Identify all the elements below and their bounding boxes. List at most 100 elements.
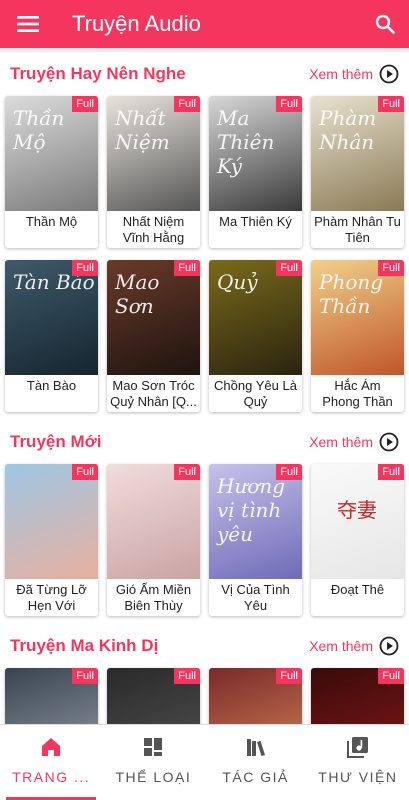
section-hay-nen-nghe: Truyện Hay Nên Nghe Xem thêm Thần Mộ Full Th…	[0, 52, 409, 420]
full-badge: Full	[174, 260, 200, 276]
book-card[interactable]: Quỷ Full Chồng Yêu Là Quỷ	[209, 260, 302, 412]
book-title: Vị Của Tình Yêu	[221, 582, 290, 613]
book-grid: Full Full Full Full	[0, 668, 409, 724]
full-badge: Full	[72, 668, 98, 684]
book-cover-image: Full	[209, 668, 302, 724]
cover-title-art: Mao Sơn	[115, 270, 160, 318]
book-card[interactable]: Full	[5, 668, 98, 724]
book-card[interactable]: Hương vị tình yêu Full Vị Của Tình Yêu	[209, 464, 302, 616]
cover-title-art: Phàm Nhân	[319, 106, 377, 154]
nav-tab-1[interactable]: THỂ LOẠI	[102, 725, 204, 800]
book-grid: Full Đã Từng Lỡ Hẹn Với Than... Full Gió Ấm…	[0, 464, 409, 624]
search-icon	[375, 14, 395, 34]
book-cover-image: Phàm Nhân Full	[311, 96, 404, 211]
grid-icon	[144, 738, 163, 756]
book-title: Hắc Ám Phong Thần Ký	[322, 378, 393, 412]
book-cover-image: Ma Thiên Ký Full	[209, 96, 302, 211]
book-title: Gió Ấm Miền Biên Thùy	[115, 582, 192, 613]
play-circle-icon	[379, 636, 399, 656]
book-card[interactable]: Phong ThầnFullHắc Ám Phong Thần Ký	[311, 260, 404, 412]
book-title: Phàm Nhân Tu Tiên	[314, 214, 401, 245]
book-title: Nhất Niệm Vĩnh Hằng	[122, 214, 185, 245]
full-badge: Full	[378, 96, 404, 112]
book-title: Mao Sơn Tróc Quỷ Nhân [Q...	[110, 378, 197, 409]
section-truyen-moi: Truyện Mới Xem thêm Full Đã Từng Lỡ Hẹn Với…	[0, 420, 409, 624]
book-title: Tàn Bào	[26, 378, 77, 393]
book-title: Đoạt Thê	[330, 582, 385, 597]
cover-title-art: Phong Thần	[319, 270, 384, 318]
section-header: Truyện Mới Xem thêm	[0, 420, 409, 464]
book-card[interactable]: Full	[209, 668, 302, 724]
book-title: Đã Từng Lỡ Hẹn Với Than...	[16, 582, 87, 616]
book-cover-image: Hương vị tình yêu Full	[209, 464, 302, 579]
play-circle-icon	[379, 64, 399, 84]
book-cover-image: Full	[5, 668, 98, 724]
books-icon	[246, 739, 265, 756]
book-card[interactable]: Nhất Niệm Full Nhất Niệm Vĩnh Hằng	[107, 96, 200, 248]
cover-title-art: Thần Mộ	[13, 106, 65, 154]
see-more-link[interactable]: Xem thêm	[309, 432, 399, 452]
book-card[interactable]: Thần Mộ Full Thần Mộ	[5, 96, 98, 248]
book-cover-image: Full	[311, 668, 404, 724]
book-cover-image: Full	[107, 668, 200, 724]
nav-tab-label: THƯ VIỆN	[318, 769, 398, 785]
cover-title-art: Hương vị tình yêu	[217, 474, 286, 546]
book-title: Ma Thiên Ký	[219, 214, 292, 229]
nav-tab-label: TRANG ...	[12, 769, 91, 785]
nav-tab-2[interactable]: TÁC GIẢ	[205, 725, 307, 800]
section-header: Truyện Hay Nên Nghe Xem thêm	[0, 52, 409, 96]
book-card[interactable]: Ma Thiên Ký Full Ma Thiên Ký	[209, 96, 302, 248]
book-cover-image: Quỷ Full	[209, 260, 302, 375]
book-card[interactable]: Full	[311, 668, 404, 724]
full-badge: Full	[72, 260, 98, 276]
nav-tab-label: THỂ LOẠI	[115, 769, 192, 785]
app-bar: Truyện Audio	[0, 0, 409, 48]
book-card[interactable]: Mao Sơn Full Mao Sơn Tróc Quỷ Nhân [Q...	[107, 260, 200, 412]
book-cover-image: Full	[107, 464, 200, 579]
full-badge: Full	[174, 668, 200, 684]
full-badge: Full	[72, 464, 98, 480]
book-card[interactable]: Full Đã Từng Lỡ Hẹn Với Than...	[5, 464, 98, 616]
search-button[interactable]	[361, 0, 409, 48]
book-title: Chồng Yêu Là Quỷ	[214, 378, 297, 409]
section-title: Truyện Hay Nên Nghe	[10, 64, 186, 83]
cover-title-art: Quỷ	[217, 270, 258, 294]
nav-tab-label: TÁC GIẢ	[222, 769, 289, 785]
full-badge: Full	[276, 260, 302, 276]
home-content[interactable]: Truyện Hay Nên Nghe Xem thêm Thần Mộ Full Th…	[0, 48, 409, 724]
see-more-label: Xem thêm	[309, 434, 373, 450]
cover-title-art: Ma Thiên Ký	[217, 106, 275, 178]
library-icon	[346, 737, 368, 758]
book-card[interactable]: Full Gió Ấm Miền Biên Thùy	[107, 464, 200, 616]
see-more-label: Xem thêm	[309, 638, 373, 654]
full-badge: Full	[174, 96, 200, 112]
play-circle-icon	[379, 432, 399, 452]
full-badge: Full	[174, 464, 200, 480]
see-more-link[interactable]: Xem thêm	[309, 64, 399, 84]
book-cover-image: Phong Thần Full	[311, 260, 404, 375]
book-card[interactable]: Phàm Nhân Full Phàm Nhân Tu Tiên	[311, 96, 404, 248]
book-card[interactable]: 夺妻 Full Đoạt Thê	[311, 464, 404, 616]
bottom-navigation: TRANG ... THỂ LOẠI TÁC GIẢ THƯ VIỆN	[0, 724, 409, 800]
book-title: Thần Mộ	[25, 214, 78, 229]
full-badge: Full	[378, 260, 404, 276]
nav-tab-0[interactable]: TRANG ...	[0, 725, 102, 800]
book-cover-image: Thần Mộ Full	[5, 96, 98, 211]
section-title: Truyện Ma Kinh Dị	[10, 636, 159, 655]
book-card[interactable]: Full	[107, 668, 200, 724]
full-badge: Full	[378, 464, 404, 480]
section-header: Truyện Ma Kinh Dị Xem thêm	[0, 624, 409, 668]
menu-button[interactable]	[0, 0, 56, 48]
book-cover-image: Full	[5, 464, 98, 579]
see-more-label: Xem thêm	[309, 66, 373, 82]
see-more-link[interactable]: Xem thêm	[309, 636, 399, 656]
book-cover-image: Nhất Niệm Full	[107, 96, 200, 211]
app-title: Truyện Audio	[72, 11, 201, 36]
cover-title-art: Nhất Niệm	[115, 106, 170, 154]
full-badge: Full	[276, 96, 302, 112]
book-cover-image: 夺妻 Full	[311, 464, 404, 579]
full-badge: Full	[72, 96, 98, 112]
book-card[interactable]: Tàn Bào Full Tàn Bào	[5, 260, 98, 412]
nav-tab-3[interactable]: THƯ VIỆN	[307, 725, 409, 800]
section-title: Truyện Mới	[10, 432, 102, 451]
